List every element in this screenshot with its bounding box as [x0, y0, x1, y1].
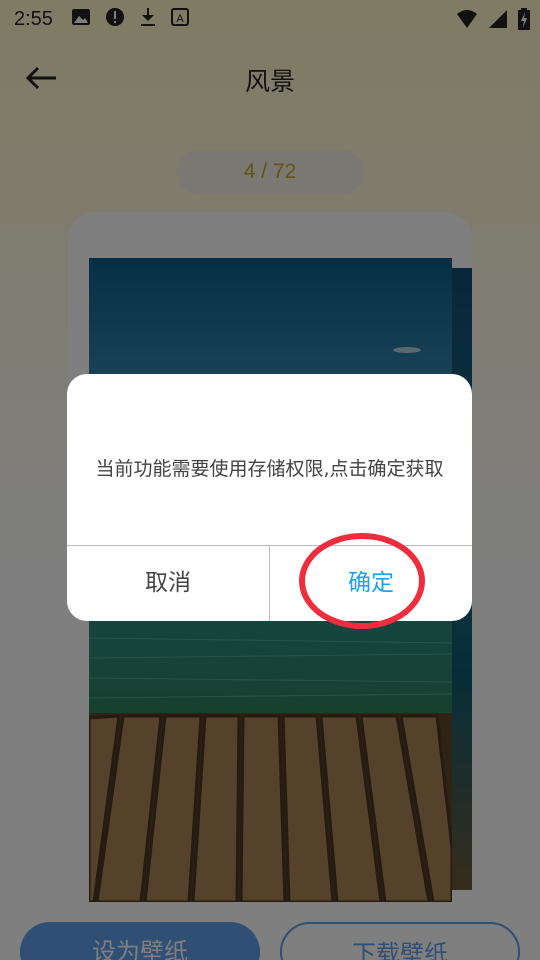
confirm-highlight-circle — [299, 533, 425, 629]
dialog-message: 当前功能需要使用存储权限,点击确定获取 — [95, 458, 444, 480]
cancel-button[interactable]: 取消 — [67, 546, 269, 621]
